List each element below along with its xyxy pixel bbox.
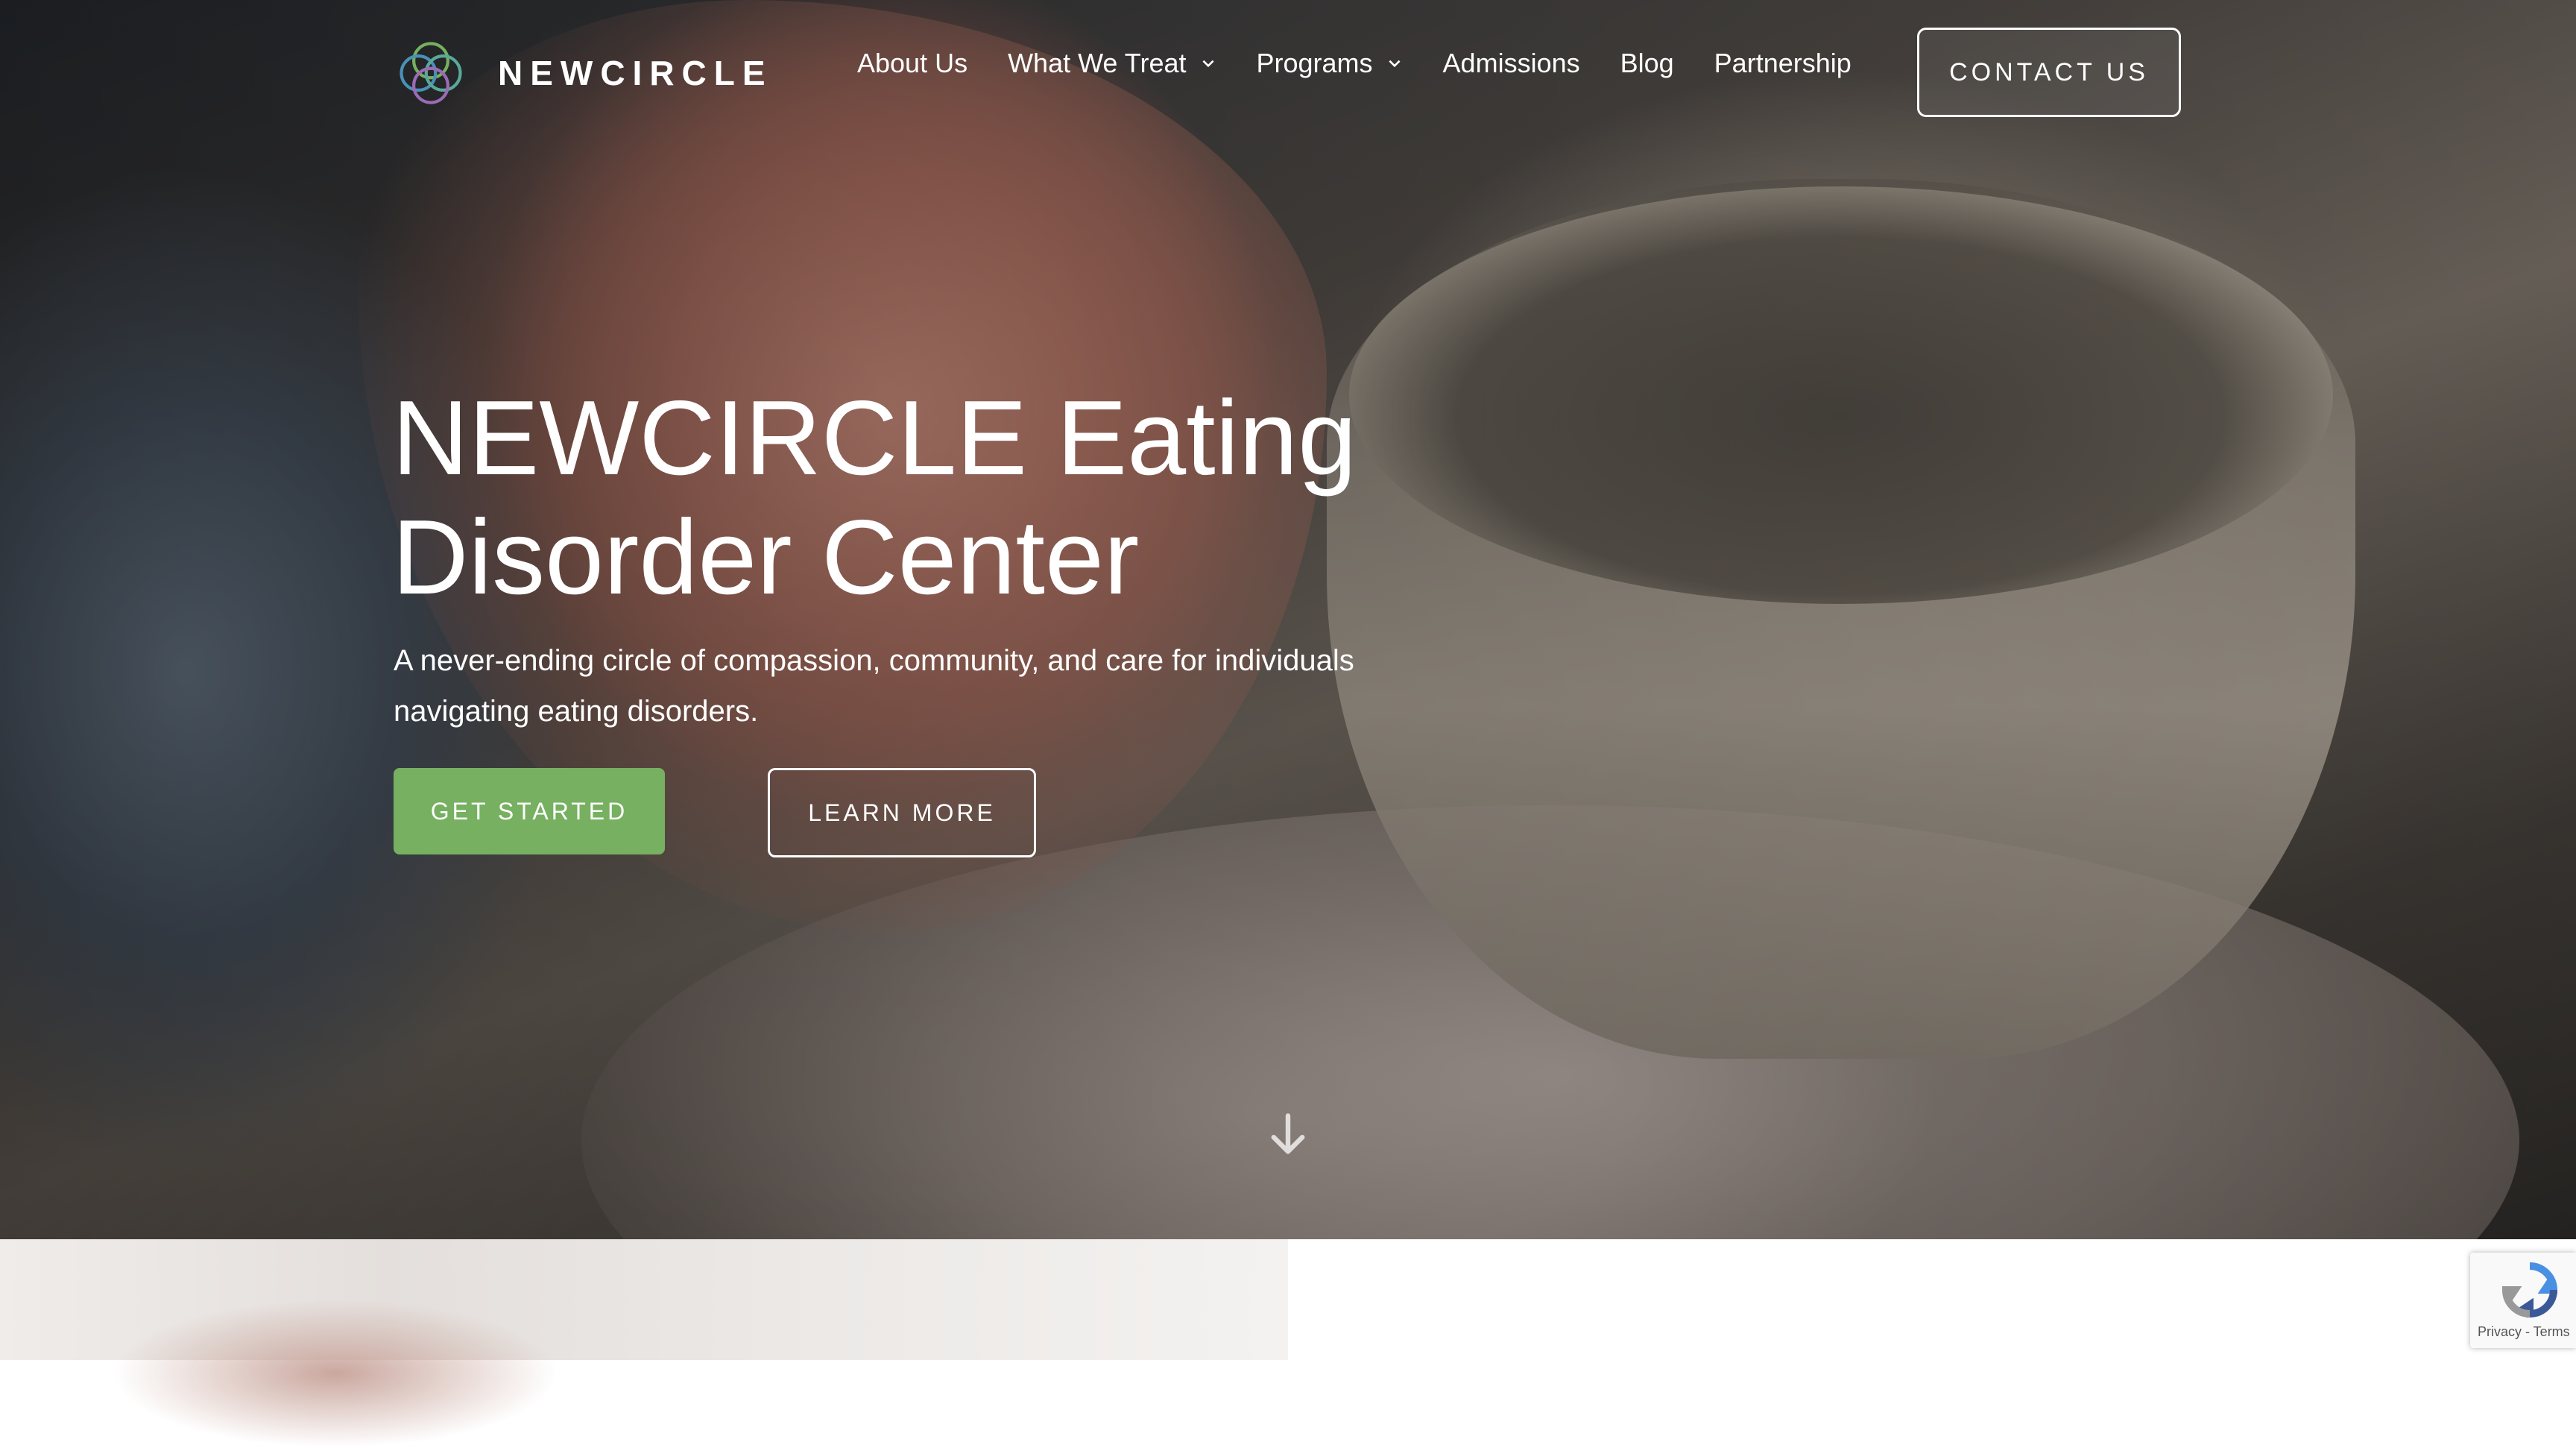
nav-label: What We Treat [1008,48,1187,78]
clay-bowl [1327,179,2355,1059]
learn-more-button[interactable]: LEARN MORE [768,768,1036,857]
section-image [0,1239,1288,1448]
nav-item-programs[interactable]: Programs [1257,48,1403,79]
chevron-down-icon [1389,60,1401,68]
nav-item-about-us[interactable]: About Us [857,48,967,79]
nav-label: Admissions [1442,48,1580,78]
recaptcha-links[interactable]: Privacy - Terms [2478,1324,2570,1340]
main-nav: About Us What We Treat Programs Admissio… [857,48,1852,79]
nav-label: Programs [1256,48,1373,78]
brand-name: NEWCIRCLE [498,54,773,92]
logo-link[interactable]: NEWCIRCLE [392,34,773,112]
nav-label: Blog [1620,48,1674,78]
contact-us-button[interactable]: CONTACT US [1917,28,2181,117]
nav-item-partnership[interactable]: Partnership [1714,48,1852,79]
nav-item-blog[interactable]: Blog [1620,48,1674,79]
nav-label: About Us [857,48,968,78]
recaptcha-icon [2501,1262,2558,1318]
interlocking-circles-logo-icon [400,42,462,104]
recaptcha-badge[interactable]: Privacy - Terms [2470,1253,2576,1348]
pottery-wheel [581,805,2519,1239]
nav-label: Partnership [1714,48,1852,78]
hero-title: NEWCIRCLE Eating Disorder Center [392,379,1357,617]
site-header: NEWCIRCLE About Us What We Treat Program… [0,0,2576,149]
nav-item-what-we-treat[interactable]: What We Treat [1008,48,1216,79]
nav-item-admissions[interactable]: Admissions [1443,48,1580,79]
hero-background-image [0,0,2576,1239]
next-section [0,1239,2576,1448]
hero-subtitle: A never-ending circle of compassion, com… [394,644,1354,728]
get-started-button[interactable]: GET STARTED [394,768,665,854]
arrow-down-icon[interactable] [1264,1111,1312,1159]
chevron-down-icon [1202,60,1214,68]
